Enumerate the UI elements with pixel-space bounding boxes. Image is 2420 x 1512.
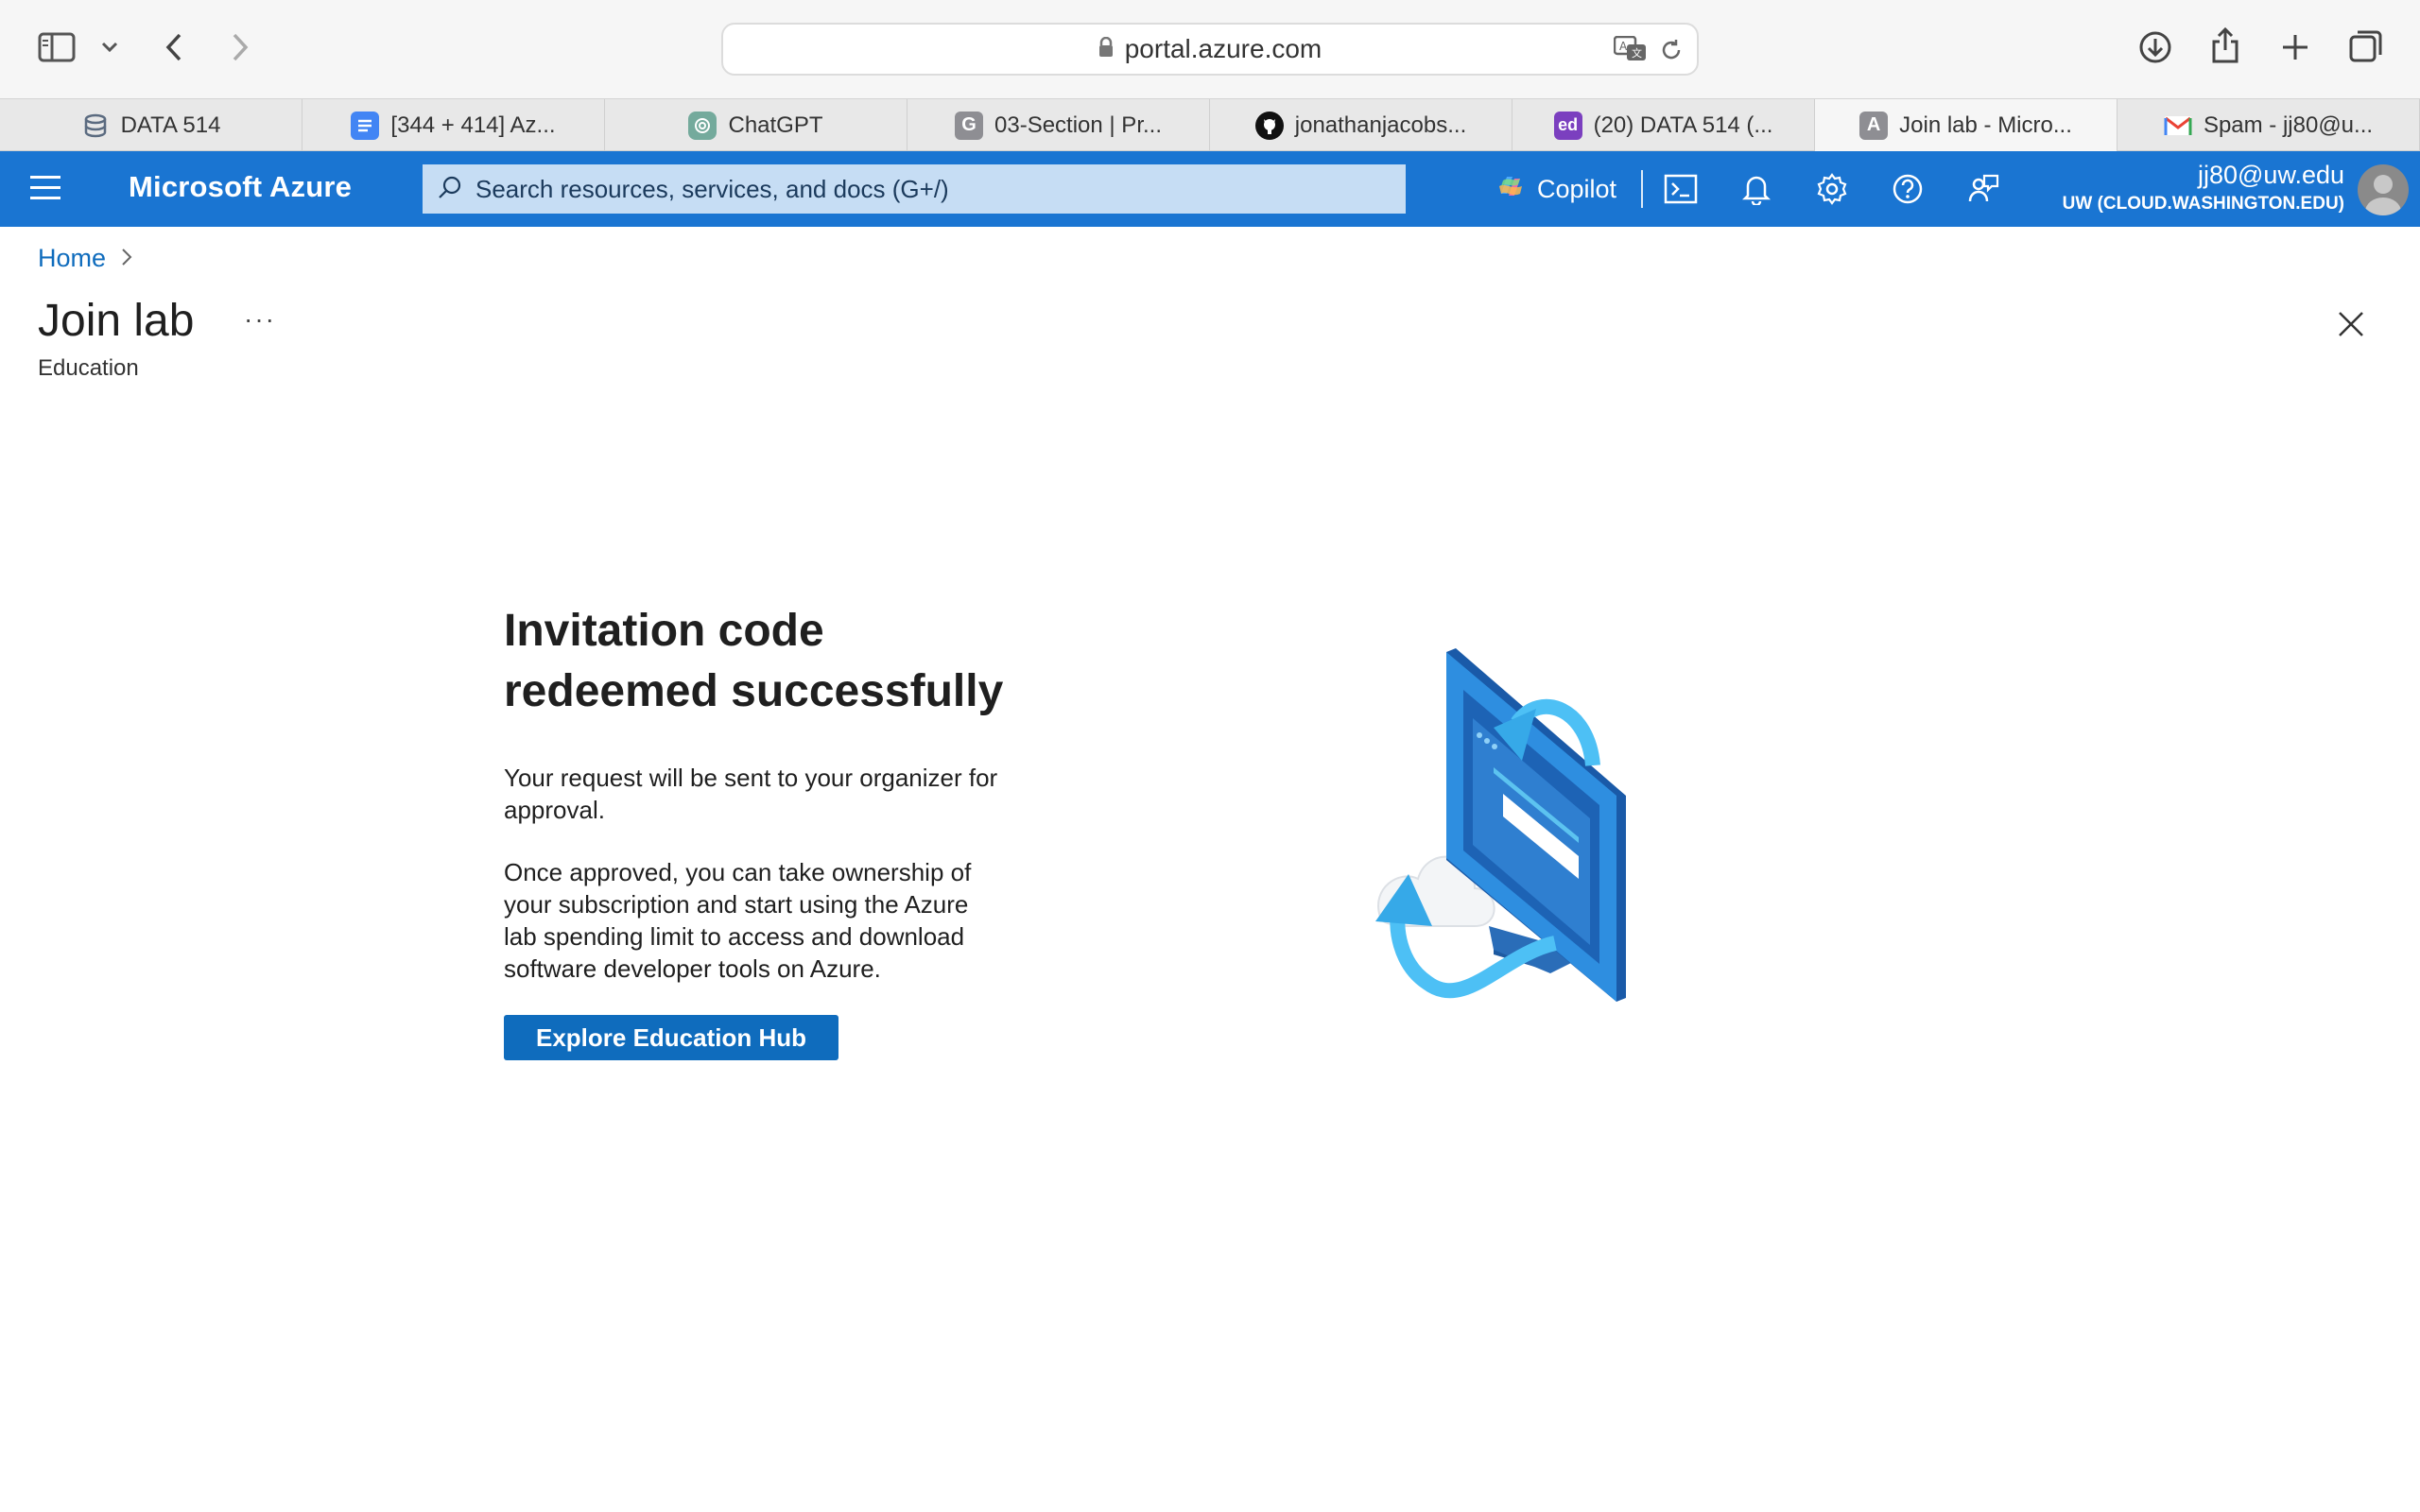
tab-join-lab[interactable]: A Join lab - Micro... [1815,99,2118,151]
chevron-down-icon[interactable] [98,36,121,59]
success-headline: Invitation code redeemed successfully [504,606,1004,716]
tab-label: ChatGPT [728,112,823,138]
request-text: Your request will be sent to your organi… [504,764,998,824]
tab-label: Join lab - Micro... [1899,112,2072,138]
gmail-icon [2164,112,2192,140]
tab-label: (20) DATA 514 (... [1593,112,1773,138]
tab-chatgpt[interactable]: ChatGPT [605,99,908,151]
tab-github[interactable]: jonathanjacobs... [1210,99,1512,151]
browser-toolbar: portal.azure.com A文 [0,0,2420,98]
help-icon[interactable] [1889,170,1927,208]
address-bar[interactable]: portal.azure.com A文 [721,23,1699,76]
tab-label: jonathanjacobs... [1294,112,1467,138]
tab-bar: DATA 514 [344 + 414] Az... ChatGPT G 03-… [0,98,2420,151]
sidebar-toggle-icon[interactable] [36,30,78,64]
forward-icon[interactable] [223,30,257,64]
account-info[interactable]: jj80@uw.edu UW (CLOUD.WASHINGTON.EDU) [2063,161,2344,215]
breadcrumb-home[interactable]: Home [38,244,106,273]
database-icon [81,112,110,140]
reload-icon[interactable] [1659,38,1684,67]
svg-text:文: 文 [1632,46,1642,60]
feedback-icon[interactable] [1964,170,2002,208]
breadcrumb: Home [38,244,132,273]
share-icon[interactable] [2206,25,2244,66]
copilot-icon [1495,171,1526,208]
explore-education-hub-button[interactable]: Explore Education Hub [504,1015,838,1060]
close-icon[interactable] [2335,308,2367,340]
tab-gmail[interactable]: Spam - jj80@u... [2118,99,2420,151]
page-title: Join lab [38,296,195,346]
azure-header: Microsoft Azure Search resources, servic… [0,151,2420,227]
tab-ed[interactable]: ed (20) DATA 514 (... [1512,99,1815,151]
search-placeholder: Search resources, services, and docs (G+… [475,174,949,203]
header-divider [1641,170,1643,208]
back-icon[interactable] [157,30,191,64]
account-email: jj80@uw.edu [2197,161,2344,189]
tab-overview-icon[interactable] [2346,26,2386,66]
azure-brand[interactable]: Microsoft Azure [129,170,352,204]
chatgpt-icon [688,111,717,140]
ownership-text: Once approved, you can take ownership of… [504,858,972,983]
page-subtitle: Education [38,355,139,381]
tab-label: [344 + 414] Az... [390,112,556,138]
download-icon[interactable] [2136,28,2174,66]
copilot-label: Copilot [1537,174,1617,203]
azure-a-icon: A [1859,111,1889,140]
ed-icon: ed [1553,111,1582,140]
search-input[interactable]: Search resources, services, and docs (G+… [423,164,1406,214]
url-text: portal.azure.com [1124,34,1322,63]
settings-gear-icon[interactable] [1813,170,1851,208]
github-icon [1254,111,1284,140]
g-icon: G [955,111,983,140]
tab-data514[interactable]: DATA 514 [0,99,302,151]
cloud-shell-icon[interactable] [1662,170,1700,208]
search-icon [438,175,462,204]
lock-icon [1098,34,1114,64]
translate-icon[interactable]: A文 [1613,35,1648,67]
menu-icon[interactable] [30,176,60,202]
docs-icon [351,111,380,140]
svg-text:A: A [1619,40,1628,53]
account-tenant: UW (CLOUD.WASHINGTON.EDU) [2062,194,2344,214]
success-panel: Invitation code redeemed successfully Yo… [504,601,1033,1060]
monitor-sync-illustration [1352,643,1730,1021]
new-tab-icon[interactable] [2276,28,2314,66]
tab-label: Spam - jj80@u... [2203,112,2374,138]
avatar[interactable] [2358,164,2409,215]
chevron-right-icon [121,244,132,273]
tab-label: 03-Section | Pr... [994,112,1162,138]
notifications-icon[interactable] [1737,170,1775,208]
tab-section[interactable]: G 03-Section | Pr... [908,99,1210,151]
tab-google-doc[interactable]: [344 + 414] Az... [302,99,605,151]
tab-label: DATA 514 [120,112,221,138]
copilot-button[interactable]: Copilot [1495,168,1616,210]
more-options-icon[interactable]: ··· [244,304,276,335]
